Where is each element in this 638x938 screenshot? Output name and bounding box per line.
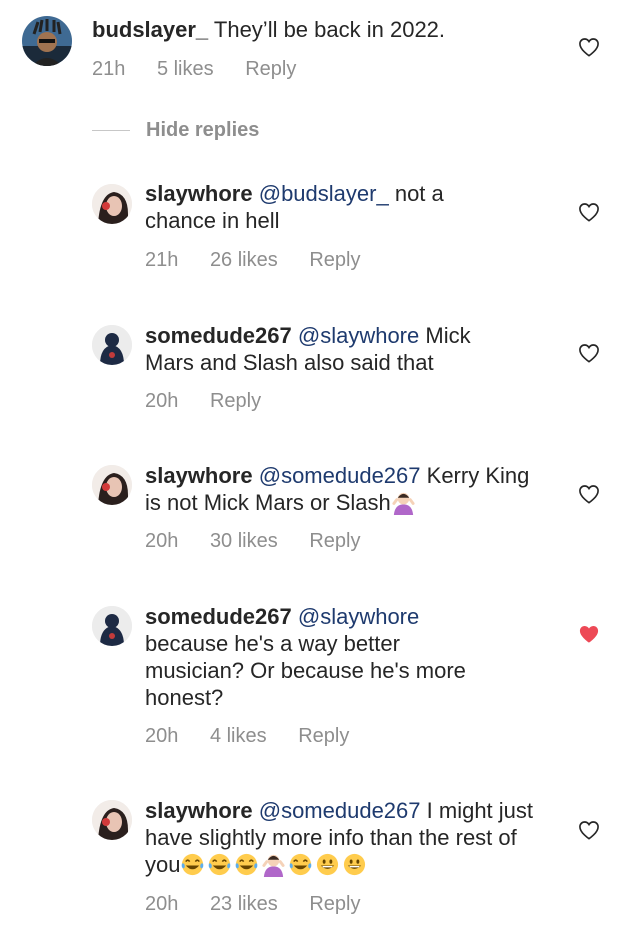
tears-of-joy-emoji [182,853,204,876]
reply-button[interactable]: Reply [309,893,360,915]
hide-replies-button[interactable]: Hide replies [146,119,259,142]
likes-count[interactable]: 30 likes [210,530,278,552]
avatar[interactable] [92,800,132,840]
avatar[interactable] [92,325,132,365]
comment-mention[interactable]: @slaywhore [298,323,419,348]
comment-time: 21h [145,249,179,271]
comment-meta: 20h Reply [145,390,287,413]
comment-text: budslayer_ They’ll be back in 2022. [92,16,562,43]
comment-time: 20h [145,390,179,412]
heart-icon-liked[interactable] [578,624,600,644]
comment-username[interactable]: somedude267 [145,604,292,629]
comment-meta: 20h 23 likes Reply [145,893,386,916]
comment-username[interactable]: slaywhore [145,181,253,206]
reply-button[interactable]: Reply [309,530,360,552]
slaywhore-avatar [92,465,132,505]
likes-count[interactable]: 5 likes [157,58,214,80]
heart-icon[interactable] [578,37,600,57]
avatar[interactable] [22,16,72,66]
person-shrugging-emoji [262,854,286,877]
somedude267-avatar [92,606,132,646]
comment-time: 20h [145,725,179,747]
avatar[interactable] [92,606,132,646]
heart-icon[interactable] [578,820,600,840]
comment-text: slaywhore @somedude267 Kerry King is not… [145,462,535,516]
heart-icon[interactable] [578,484,600,504]
comment-meta: 21h 5 likes Reply [92,58,322,81]
comment-body: because he's a way better musician? Or b… [145,631,466,710]
comment-text: somedude267 @slaywhore because he's a wa… [145,603,505,711]
tears-of-joy-emoji [290,853,312,876]
slaywhore-avatar [92,184,132,224]
comment-username[interactable]: slaywhore [145,463,253,488]
budslayer-avatar [22,16,72,66]
likes-count[interactable]: 26 likes [210,249,278,271]
comment-username[interactable]: slaywhore [145,798,253,823]
likes-count[interactable]: 4 likes [210,725,267,747]
avatar[interactable] [92,184,132,224]
comment-time: 21h [92,58,126,80]
reply-button[interactable]: Reply [245,58,296,80]
comment-mention[interactable]: @somedude267 [259,463,421,488]
comment-meta: 21h 26 likes Reply [145,249,386,272]
somedude267-avatar [92,325,132,365]
comment-username[interactable]: budslayer_ [92,17,208,42]
grinning-emoji [344,853,366,876]
comment-meta: 20h 30 likes Reply [145,530,386,553]
comment-mention[interactable]: @budslayer_ [259,181,389,206]
heart-icon[interactable] [578,343,600,363]
comment-time: 20h [145,893,179,915]
reply-button[interactable]: Reply [309,249,360,271]
divider [92,129,130,131]
heart-icon[interactable] [578,202,600,222]
tears-of-joy-emoji [236,853,258,876]
comment-text: slaywhore @somedude267 I might just have… [145,797,545,878]
avatar[interactable] [92,465,132,505]
comment-meta: 20h 4 likes Reply [145,725,375,748]
comment-username[interactable]: somedude267 [145,323,292,348]
comment-text: slaywhore @budslayer_ not a chance in he… [145,180,505,234]
tears-of-joy-emoji [209,853,231,876]
comment-body: They’ll be back in 2022. [213,17,446,42]
slaywhore-avatar [92,800,132,840]
likes-count[interactable]: 23 likes [210,893,278,915]
reply-button[interactable]: Reply [210,390,261,412]
comment-mention[interactable]: @slaywhore [298,604,419,629]
comment-time: 20h [145,530,179,552]
hide-replies[interactable]: Hide replies [92,118,259,142]
grinning-emoji [317,853,339,876]
person-shrugging-emoji [392,492,415,515]
comment-text: somedude267 @slaywhore Mick Mars and Sla… [145,322,515,376]
comment-mention[interactable]: @somedude267 [259,798,421,823]
reply-button[interactable]: Reply [298,725,349,747]
